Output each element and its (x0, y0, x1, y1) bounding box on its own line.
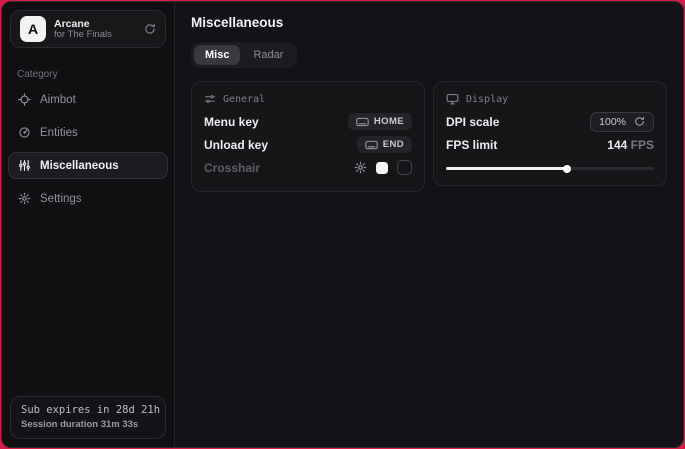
session-duration-text: Session duration 31m 33s (21, 419, 155, 430)
app-header-card: A Arcane for The Finals (10, 10, 166, 48)
crosshair-checkbox[interactable] (397, 160, 412, 175)
app-window: A Arcane for The Finals Category (1, 1, 684, 448)
unload-key-button[interactable]: END (357, 136, 412, 153)
unload-key-label: Unload key (204, 138, 268, 152)
dpi-scale-row: DPI scale 100% (446, 110, 654, 133)
keyboard-icon (365, 140, 378, 150)
dpi-scale-value: 100% (599, 116, 626, 128)
crosshair-label: Crosshair (204, 161, 260, 175)
crosshair-controls (354, 160, 412, 175)
sidebar-item-miscellaneous[interactable]: Miscellaneous (8, 152, 168, 179)
menu-key-value: HOME (374, 116, 404, 127)
sidebar-item-label: Aimbot (40, 94, 76, 106)
crosshair-row: Crosshair (204, 156, 412, 179)
tab-bar: Misc Radar (191, 42, 297, 68)
app-name: Arcane (54, 18, 112, 30)
sidebar-spacer (2, 215, 174, 388)
unload-key-value: END (383, 139, 404, 150)
category-label: Category (17, 69, 174, 80)
fps-number: 144 (607, 138, 627, 152)
dpi-scale-control[interactable]: 100% (590, 112, 654, 132)
display-panel: Display DPI scale 100% (433, 81, 667, 186)
tab-misc[interactable]: Misc (194, 45, 240, 65)
fps-limit-value: 144 FPS (607, 138, 654, 152)
sliders-horizontal-icon (204, 93, 216, 105)
dpi-scale-label: DPI scale (446, 115, 499, 129)
sidebar-item-label: Miscellaneous (40, 160, 119, 172)
general-panel: General Menu key HOME (191, 81, 425, 192)
sidebar-item-settings[interactable]: Settings (8, 185, 168, 212)
display-panel-title: Display (466, 94, 508, 105)
display-panel-header: Display (446, 93, 654, 105)
app-titles: Arcane for The Finals (54, 18, 112, 41)
fps-slider-thumb[interactable] (563, 165, 571, 173)
sub-expiry-text: Sub expires in 28d 21h (21, 404, 155, 416)
monitor-icon (446, 93, 459, 105)
general-panel-header: General (204, 93, 412, 105)
menu-key-row: Menu key HOME (204, 110, 412, 133)
subscription-card: Sub expires in 28d 21h Session duration … (10, 396, 166, 439)
fps-slider-fill (446, 167, 567, 170)
fps-slider[interactable] (446, 163, 654, 173)
sidebar-item-label: Settings (40, 193, 82, 205)
fps-limit-row: FPS limit 144 FPS (446, 133, 654, 156)
sidebar-item-aimbot[interactable]: Aimbot (8, 86, 168, 113)
tab-radar[interactable]: Radar (242, 45, 294, 65)
page-title: Miscellaneous (191, 15, 667, 30)
panels-row: General Menu key HOME (191, 81, 667, 192)
menu-key-button[interactable]: HOME (348, 113, 412, 130)
sidebar-nav: Aimbot Entities (2, 83, 174, 215)
crosshair-color-swatch[interactable] (376, 162, 388, 174)
reset-icon[interactable] (634, 116, 645, 127)
sidebar-item-entities[interactable]: Entities (8, 119, 168, 146)
unload-key-row: Unload key END (204, 133, 412, 156)
menu-key-label: Menu key (204, 115, 259, 129)
refresh-icon[interactable] (144, 23, 156, 35)
entities-icon (18, 126, 31, 139)
keyboard-icon (356, 117, 369, 127)
crosshair-settings-gear-icon[interactable] (354, 161, 367, 174)
sidebar: A Arcane for The Finals Category (2, 2, 175, 447)
sidebar-item-label: Entities (40, 127, 78, 139)
general-panel-title: General (223, 94, 265, 105)
gear-icon (18, 192, 31, 205)
main-content: Miscellaneous Misc Radar General (175, 2, 683, 447)
sliders-icon (18, 159, 31, 172)
crosshair-icon (18, 93, 31, 106)
app-subtitle: for The Finals (54, 30, 112, 41)
app-logo: A (20, 16, 46, 42)
fps-unit: FPS (631, 138, 654, 152)
fps-limit-label: FPS limit (446, 138, 497, 152)
